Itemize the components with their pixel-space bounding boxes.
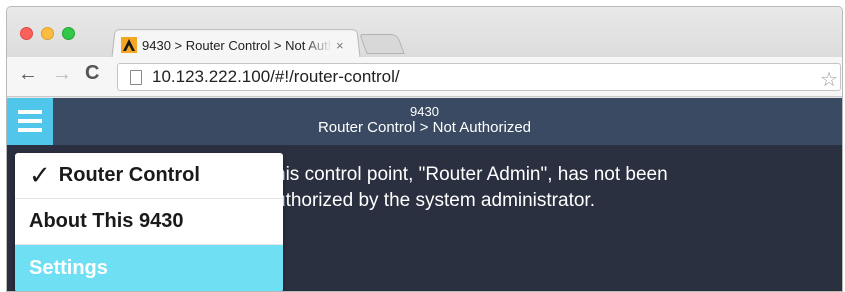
close-window-button[interactable] xyxy=(20,27,33,40)
address-bar[interactable]: 10.123.222.100/#!/router-control/ ☆ xyxy=(117,63,841,91)
reload-icon[interactable]: C xyxy=(85,62,99,85)
header-title: 9430 Router Control > Not Authorized xyxy=(7,104,842,137)
tab-title: 9430 > Router Control > Not Authorized xyxy=(142,37,332,53)
checkmark-icon: ✓ xyxy=(29,160,51,190)
menu-item-label: Settings xyxy=(29,256,108,279)
menu-item-label: About This 9430 xyxy=(29,210,184,232)
tab-strip: 9430 > Router Control > Not Authorized × xyxy=(7,7,842,59)
forward-arrow-icon[interactable]: → xyxy=(52,63,72,86)
not-authorized-message: his control point, "Router Admin", has n… xyxy=(275,162,668,214)
menu-item-router-control[interactable]: ✓ Router Control xyxy=(15,153,283,199)
favicon-icon xyxy=(121,37,137,53)
tab-close-icon[interactable]: × xyxy=(336,38,344,53)
page-icon xyxy=(130,69,142,85)
nav-dropdown-menu: ✓ Router Control About This 9430 Setting… xyxy=(15,153,283,291)
app-page: 9430 Router Control > Not Authorized his… xyxy=(7,98,842,291)
menu-item-label: Router Control xyxy=(58,164,200,186)
tab-content: 9430 > Router Control > Not Authorized × xyxy=(121,34,357,56)
app-header: 9430 Router Control > Not Authorized xyxy=(7,98,842,145)
message-line: his control point, "Router Admin", has n… xyxy=(275,164,668,185)
window-controls xyxy=(20,27,75,40)
back-arrow-icon[interactable]: ← xyxy=(18,63,38,86)
bookmark-star-icon[interactable]: ☆ xyxy=(820,67,838,92)
device-name: 9430 xyxy=(410,104,439,119)
menu-item-settings[interactable]: Settings xyxy=(15,245,283,291)
new-tab-button[interactable] xyxy=(359,34,405,54)
browser-toolbar: ← → C 10.123.222.100/#!/router-control/ … xyxy=(7,57,842,97)
minimize-window-button[interactable] xyxy=(41,27,54,40)
menu-item-about[interactable]: About This 9430 xyxy=(15,199,283,245)
message-line: uthorized by the system administrator. xyxy=(275,190,595,211)
page-breadcrumb: Router Control > Not Authorized xyxy=(317,119,532,136)
browser-window: 9430 > Router Control > Not Authorized ×… xyxy=(6,6,843,292)
zoom-window-button[interactable] xyxy=(62,27,75,40)
url-text[interactable]: 10.123.222.100/#!/router-control/ xyxy=(152,67,400,87)
